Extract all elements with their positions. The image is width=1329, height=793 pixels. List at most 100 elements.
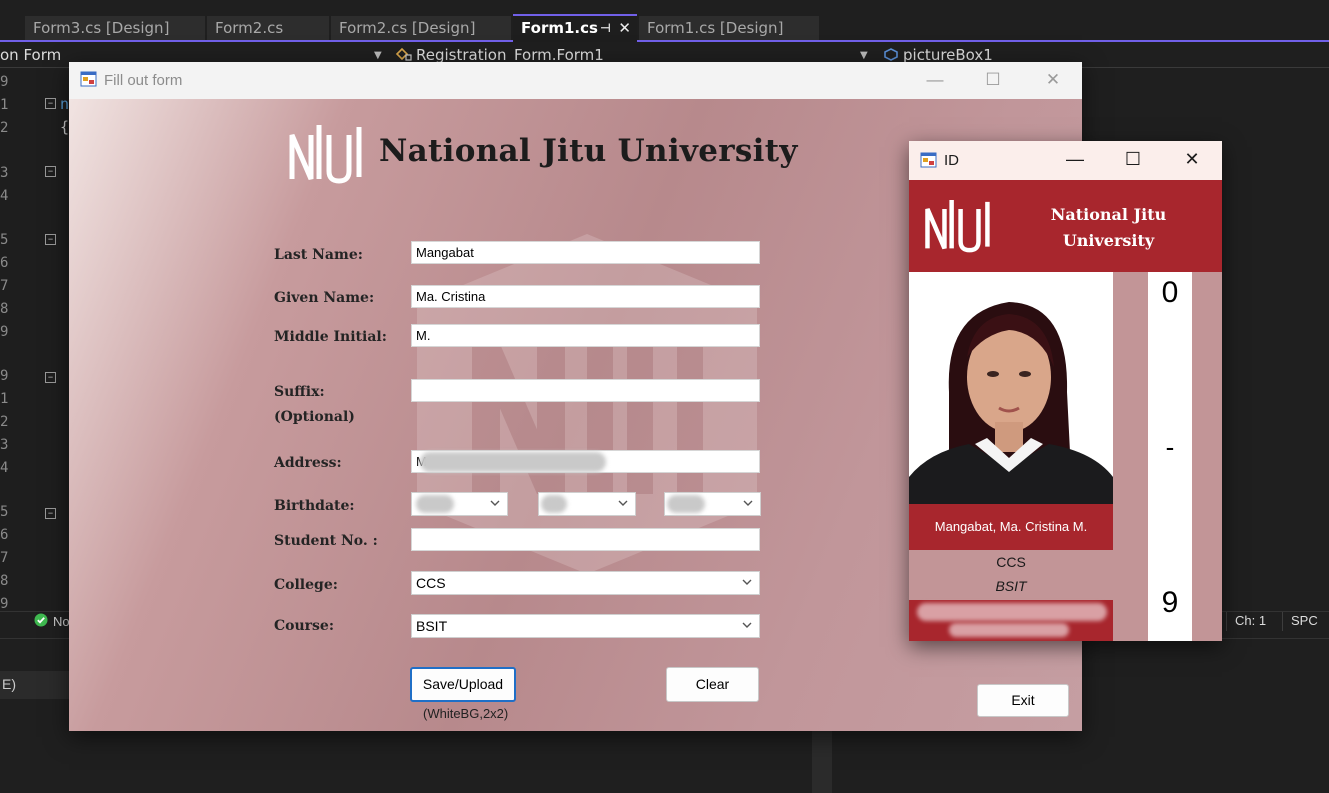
minimize-button[interactable]: — — [921, 67, 949, 93]
line-number: 6 — [0, 255, 9, 271]
id-university-name: National Jitu University — [1031, 202, 1186, 254]
chevron-down-icon — [743, 500, 753, 506]
line-number: 7 — [0, 550, 9, 566]
id-header: National Jitu University — [909, 180, 1222, 272]
birth-month-select[interactable] — [411, 492, 508, 516]
close-tab-icon[interactable]: ✕ — [618, 16, 631, 40]
middle-initial-label: Middle Initial: — [274, 329, 387, 345]
suffix-label: Suffix: — [274, 384, 325, 400]
issues-status[interactable]: No — [53, 614, 70, 629]
minimize-button[interactable]: — — [1061, 146, 1089, 172]
tab-label: Form1.cs — [521, 19, 598, 37]
chevron-down-icon[interactable]: ▼ — [374, 50, 382, 61]
chevron-down-icon — [618, 500, 628, 506]
tab-form1[interactable]: Form1.cs ⊣ ✕ — [513, 14, 637, 42]
chevron-down-icon — [742, 622, 752, 628]
maximize-button[interactable]: ☐ — [1119, 146, 1147, 172]
middle-initial-field[interactable]: M. — [411, 324, 760, 347]
line-number: 3 — [0, 437, 9, 453]
project-dropdown[interactable]: on Form — [0, 46, 61, 64]
line-number: 5 — [0, 504, 9, 520]
form-app-icon — [80, 71, 97, 87]
line-number: 7 — [0, 278, 9, 294]
line-number: 4 — [0, 460, 9, 476]
collapse-icon[interactable]: − — [45, 508, 56, 519]
close-button[interactable]: ✕ — [1178, 146, 1206, 172]
tab-label: Form3.cs [Design] — [33, 19, 170, 37]
last-name-label: Last Name: — [274, 247, 363, 263]
tab-label: Form2.cs — [215, 19, 284, 37]
scrollbar[interactable] — [812, 730, 832, 793]
photo-requirement-note: (WhiteBG,2x2) — [423, 706, 509, 721]
line-number: 9 — [0, 324, 9, 340]
save-upload-button[interactable]: Save/Upload — [410, 667, 516, 702]
line-number: 9 — [0, 368, 9, 384]
line-number: 9 — [0, 74, 9, 90]
id-title-bar[interactable]: ID — ☐ ✕ — [909, 141, 1222, 180]
line-number: 2 — [0, 120, 9, 136]
title-bar[interactable]: Fill out form — ☐ ✕ — [69, 62, 1082, 99]
student-number-strip: 0 - 9 — [1148, 272, 1192, 641]
given-name-field[interactable]: Ma. Cristina — [411, 285, 760, 308]
id-card-window: ID — ☐ ✕ National Jitu University Mangab… — [909, 141, 1222, 641]
birthdate-label: Birthdate: — [274, 498, 355, 514]
course-label: Course: — [274, 618, 334, 634]
id-course: BSIT — [995, 578, 1027, 594]
student-no-label: Student No. : — [274, 533, 378, 549]
course-select[interactable]: BSIT — [411, 614, 760, 638]
id-university-line1: National Jitu — [1050, 205, 1167, 224]
id-bottom-band — [909, 600, 1113, 641]
tab-form2-design[interactable]: Form2.cs [Design] — [331, 16, 511, 40]
line-number: 4 — [0, 188, 9, 204]
line-gutter: 9 1 2 3 4 5 6 7 8 9 9 1 2 3 4 5 6 7 8 9 … — [0, 70, 69, 612]
maximize-button[interactable]: ☐ — [979, 67, 1007, 93]
optional-label: (Optional) — [274, 409, 355, 425]
close-button[interactable]: ✕ — [1039, 67, 1067, 93]
redacted-value — [667, 495, 705, 513]
tab-form2[interactable]: Form2.cs — [207, 16, 329, 40]
university-logo-icon — [925, 200, 990, 253]
redacted-value — [541, 495, 567, 513]
collapse-icon[interactable]: − — [45, 166, 56, 177]
line-number: 1 — [0, 391, 9, 407]
college-select[interactable]: CCS — [411, 571, 760, 595]
line-number: 6 — [0, 527, 9, 543]
check-icon — [34, 613, 48, 630]
given-name-label: Given Name: — [274, 290, 375, 306]
university-logo-icon — [289, 125, 362, 184]
panel-row[interactable]: E) — [0, 671, 70, 699]
line-number: 1 — [0, 97, 9, 113]
suffix-field[interactable] — [411, 379, 760, 402]
tab-label: Form2.cs [Design] — [339, 19, 476, 37]
tab-form1-design[interactable]: Form1.cs [Design] — [639, 16, 819, 40]
editor-tab-bar: Form3.cs [Design] Form2.cs Form2.cs [Des… — [0, 14, 1329, 42]
exit-button[interactable]: Exit — [977, 684, 1069, 717]
clear-button[interactable]: Clear — [666, 667, 759, 702]
address-field[interactable]: M — [411, 450, 760, 473]
pin-icon[interactable]: ⊣ — [600, 16, 611, 40]
collapse-icon[interactable]: − — [45, 372, 56, 383]
course-value: BSIT — [416, 618, 448, 634]
collapse-icon[interactable]: − — [45, 234, 56, 245]
last-name-field[interactable]: Mangabat — [411, 241, 760, 264]
whitespace-indicator[interactable]: SPC — [1282, 612, 1326, 631]
birth-day-select[interactable] — [538, 492, 636, 516]
student-no-field[interactable] — [411, 528, 760, 551]
college-value: CCS — [416, 575, 446, 591]
university-name: National Jitu University — [379, 133, 798, 169]
birth-year-select[interactable] — [664, 492, 761, 516]
id-university-line2: University — [1062, 231, 1155, 250]
chevron-down-icon[interactable]: ▼ — [860, 50, 868, 61]
tab-form3-design[interactable]: Form3.cs [Design] — [25, 16, 205, 40]
student-name: Mangabat, Ma. Cristina M. — [909, 504, 1113, 550]
column-indicator[interactable]: Ch: 1 — [1226, 612, 1274, 631]
id-college: CCS — [996, 554, 1026, 570]
line-number: 3 — [0, 165, 9, 181]
redacted-value — [416, 495, 454, 513]
chevron-down-icon — [490, 500, 500, 506]
id-window-title: ID — [944, 152, 959, 169]
form-app-icon — [920, 152, 937, 168]
window-title: Fill out form — [104, 72, 183, 89]
collapse-icon[interactable]: − — [45, 98, 56, 109]
class-icon — [395, 46, 412, 61]
